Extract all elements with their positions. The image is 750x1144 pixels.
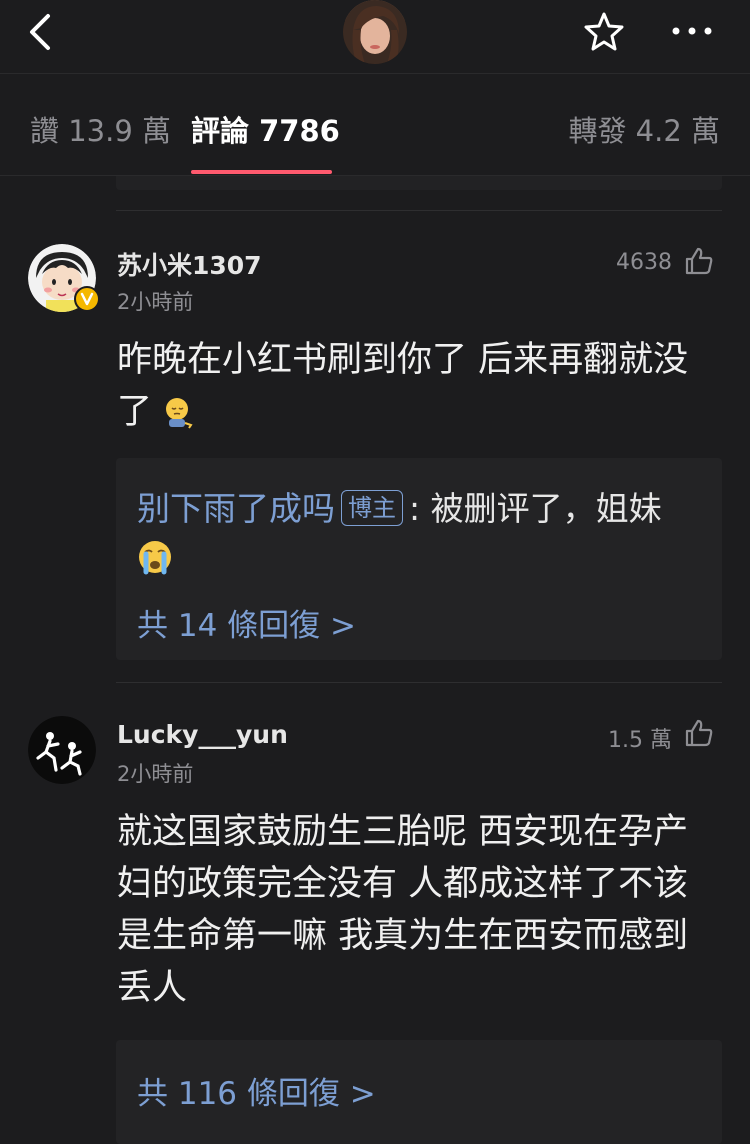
more-dots-icon	[672, 27, 712, 35]
favorite-button[interactable]	[582, 10, 626, 54]
view-replies-link[interactable]: 共 116 條回復 >	[137, 1068, 376, 1113]
divider	[116, 682, 722, 683]
active-tab-indicator	[191, 170, 332, 174]
reply-author[interactable]: 别下雨了成吗	[137, 489, 335, 528]
author-badge: 博主	[341, 490, 403, 526]
reply-box[interactable]: 别下雨了成吗 博主: 被删评了，姐妹 共 14 條回復 >	[116, 458, 722, 660]
star-icon	[584, 12, 624, 51]
more-button[interactable]	[668, 16, 716, 46]
like-count: 1.5 萬	[608, 728, 672, 753]
tab-likes[interactable]: 讚 13.9 萬	[30, 108, 171, 150]
comment-time: 2小時前	[117, 290, 194, 314]
comment-text: 昨晚在小红书刷到你了 后来再翻就没了	[117, 334, 717, 444]
tab-reposts[interactable]: 轉發 4.2 萬	[568, 108, 720, 150]
top-bar	[0, 0, 750, 74]
like-count: 4638	[616, 250, 672, 275]
back-button[interactable]	[22, 10, 62, 54]
comment-text: 就这国家鼓励生三胎呢 西安现在孕产妇的政策完全没有 人都成这样了不该是生命第一嘛…	[117, 812, 689, 1008]
thumbs-up-icon[interactable]	[684, 718, 714, 748]
comment-time: 2小時前	[117, 762, 194, 786]
divider	[116, 210, 722, 211]
chevron-left-icon	[30, 14, 50, 50]
pensive-emoji-icon	[163, 392, 195, 444]
comment-username[interactable]: Lucky___yun	[117, 720, 288, 749]
reply-box[interactable]: 共 116 條回復 >	[116, 1040, 722, 1144]
previous-reply-box	[116, 176, 722, 190]
user-avatar[interactable]	[343, 0, 407, 64]
reply-content: 别下雨了成吗 博主: 被删评了，姐妹	[137, 484, 707, 590]
tab-comments[interactable]: 評論 7786	[191, 108, 340, 150]
verified-badge-icon	[74, 286, 100, 312]
view-replies-link[interactable]: 共 14 條回復 >	[137, 600, 356, 645]
avatar[interactable]	[28, 716, 96, 784]
comment-username[interactable]: 苏小米1307	[117, 246, 262, 282]
crying-emoji-icon	[137, 538, 173, 590]
tab-bar: 讚 13.9 萬 評論 7786 轉發 4.2 萬	[0, 74, 750, 176]
thumbs-up-icon[interactable]	[684, 246, 714, 276]
reply-text: 被删评了，姐妹	[430, 489, 662, 528]
